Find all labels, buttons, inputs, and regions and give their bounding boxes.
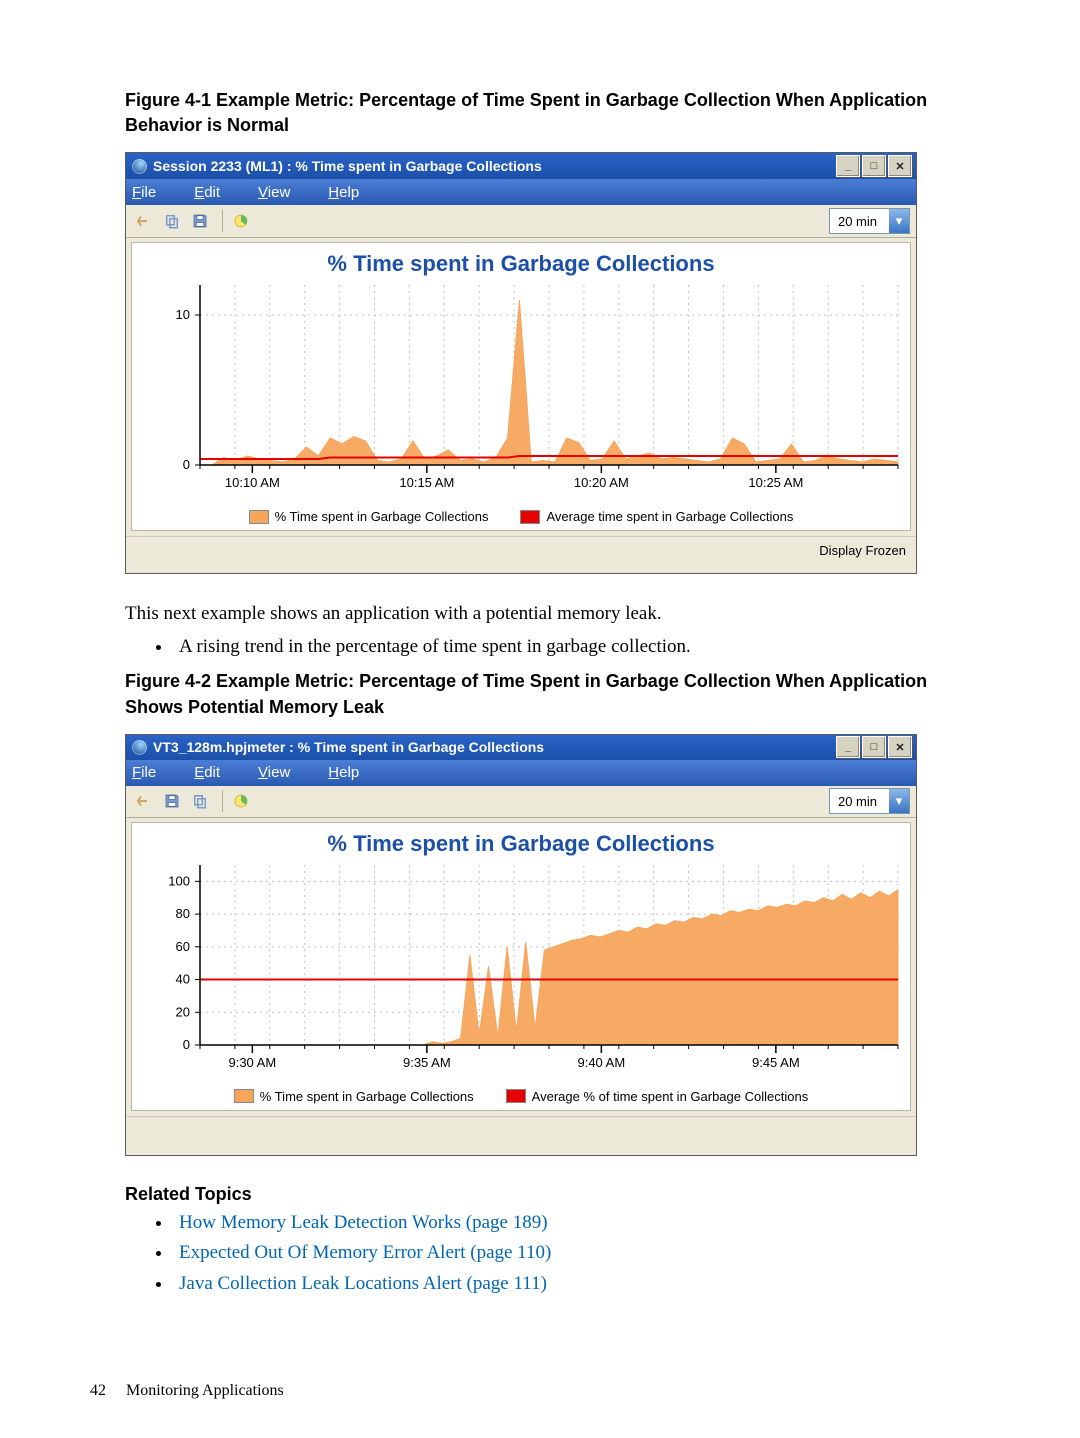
body-bullet: A rising trend in the percentage of time… — [173, 633, 990, 662]
pie-icon[interactable] — [229, 209, 253, 233]
window-gc-normal: Session 2233 (ML1) : % Time spent in Gar… — [125, 152, 917, 574]
figure-4-1-caption: Figure 4-1 Example Metric: Percentage of… — [125, 88, 990, 138]
svg-text:100: 100 — [168, 873, 190, 888]
svg-text:60: 60 — [176, 939, 190, 954]
svg-text:10:15 AM: 10:15 AM — [399, 475, 454, 490]
svg-text:10:10 AM: 10:10 AM — [225, 475, 280, 490]
copy-icon[interactable] — [188, 789, 212, 813]
window-gc-leak: VT3_128m.hpjmeter : % Time spent in Garb… — [125, 734, 917, 1156]
svg-text:10:20 AM: 10:20 AM — [574, 475, 629, 490]
gc-chart-leak: 0 20 40 60 80 100 9:30 AM 9:35 AM 9:40 AM 9:45 AM — [132, 859, 908, 1085]
time-range-dropdown[interactable]: 20 min ▾ — [829, 208, 910, 234]
window-title: VT3_128m.hpjmeter : % Time spent in Garb… — [153, 739, 544, 755]
menu-view[interactable]: View — [258, 764, 290, 781]
menu-view[interactable]: View — [258, 184, 290, 201]
svg-text:9:40 AM: 9:40 AM — [577, 1055, 625, 1070]
link-memory-leak-detection[interactable]: How Memory Leak Detection Works (page 18… — [179, 1212, 548, 1233]
menu-file[interactable]: File — [132, 184, 156, 201]
section-name: Monitoring Applications — [126, 1382, 284, 1399]
svg-text:9:30 AM: 9:30 AM — [228, 1055, 276, 1070]
svg-text:80: 80 — [176, 906, 190, 921]
menubar: File Edit View Help — [126, 179, 916, 205]
menu-edit[interactable]: Edit — [194, 764, 220, 781]
chart-title: % Time spent in Garbage Collections — [132, 243, 910, 279]
titlebar[interactable]: Session 2233 (ML1) : % Time spent in Gar… — [126, 153, 916, 179]
copy-icon[interactable] — [160, 209, 184, 233]
maximize-button[interactable]: □ — [862, 155, 886, 177]
close-button[interactable]: ✕ — [888, 736, 912, 758]
toolbar: 20 min ▾ — [126, 205, 916, 238]
java-icon — [132, 159, 147, 174]
svg-text:0: 0 — [183, 457, 190, 472]
svg-text:40: 40 — [176, 971, 190, 986]
chevron-down-icon: ▾ — [889, 789, 909, 813]
legend: % Time spent in Garbage Collections Aver… — [132, 505, 910, 530]
minimize-button[interactable]: _ — [836, 736, 860, 758]
legend-series-2: Average time spent in Garbage Collection… — [546, 509, 793, 524]
menu-help[interactable]: Help — [328, 184, 359, 201]
minimize-button[interactable]: _ — [836, 155, 860, 177]
svg-text:10: 10 — [176, 307, 190, 322]
time-range-value: 20 min — [830, 794, 889, 809]
back-icon[interactable] — [132, 789, 156, 813]
save-icon[interactable] — [160, 789, 184, 813]
legend-series-1: % Time spent in Garbage Collections — [260, 1089, 474, 1104]
link-collection-leak-alert[interactable]: Java Collection Leak Locations Alert (pa… — [179, 1273, 547, 1294]
chart-title: % Time spent in Garbage Collections — [132, 823, 910, 859]
status-bar: Display Frozen — [126, 536, 916, 569]
status-bar — [126, 1116, 916, 1155]
pie-icon[interactable] — [229, 789, 253, 813]
close-button[interactable]: ✕ — [888, 155, 912, 177]
time-range-value: 20 min — [830, 214, 889, 229]
menu-edit[interactable]: Edit — [194, 184, 220, 201]
menubar: File Edit View Help — [126, 760, 916, 785]
svg-text:10:25 AM: 10:25 AM — [748, 475, 803, 490]
window-title: Session 2233 (ML1) : % Time spent in Gar… — [153, 158, 542, 174]
body-paragraph: This next example shows an application w… — [125, 600, 990, 629]
related-topics-list: How Memory Leak Detection Works (page 18… — [125, 1209, 990, 1299]
java-icon — [132, 740, 147, 755]
gc-chart-normal: 0 10 10:10 AM 10:15 AM 10:20 AM 10:25 AM — [132, 279, 908, 505]
figure-4-2-caption: Figure 4-2 Example Metric: Percentage of… — [125, 669, 990, 719]
related-topics-heading: Related Topics — [125, 1184, 990, 1205]
menu-help[interactable]: Help — [328, 764, 359, 781]
link-oom-alert[interactable]: Expected Out Of Memory Error Alert (page… — [179, 1242, 551, 1263]
svg-text:9:45 AM: 9:45 AM — [752, 1055, 800, 1070]
time-range-dropdown[interactable]: 20 min ▾ — [829, 788, 910, 814]
page-footer: 42 Monitoring Applications — [90, 1382, 284, 1400]
toolbar: 20 min ▾ — [126, 786, 916, 818]
save-icon[interactable] — [188, 209, 212, 233]
svg-text:9:35 AM: 9:35 AM — [403, 1055, 451, 1070]
maximize-button[interactable]: □ — [862, 736, 886, 758]
svg-text:20: 20 — [176, 1004, 190, 1019]
page-number: 42 — [90, 1382, 106, 1399]
menu-file[interactable]: File — [132, 764, 156, 781]
back-icon[interactable] — [132, 209, 156, 233]
legend-series-1: % Time spent in Garbage Collections — [275, 509, 489, 524]
legend: % Time spent in Garbage Collections Aver… — [132, 1085, 910, 1110]
titlebar[interactable]: VT3_128m.hpjmeter : % Time spent in Garb… — [126, 735, 916, 760]
chevron-down-icon: ▾ — [889, 209, 909, 233]
legend-series-2: Average % of time spent in Garbage Colle… — [532, 1089, 809, 1104]
svg-text:0: 0 — [183, 1037, 190, 1052]
